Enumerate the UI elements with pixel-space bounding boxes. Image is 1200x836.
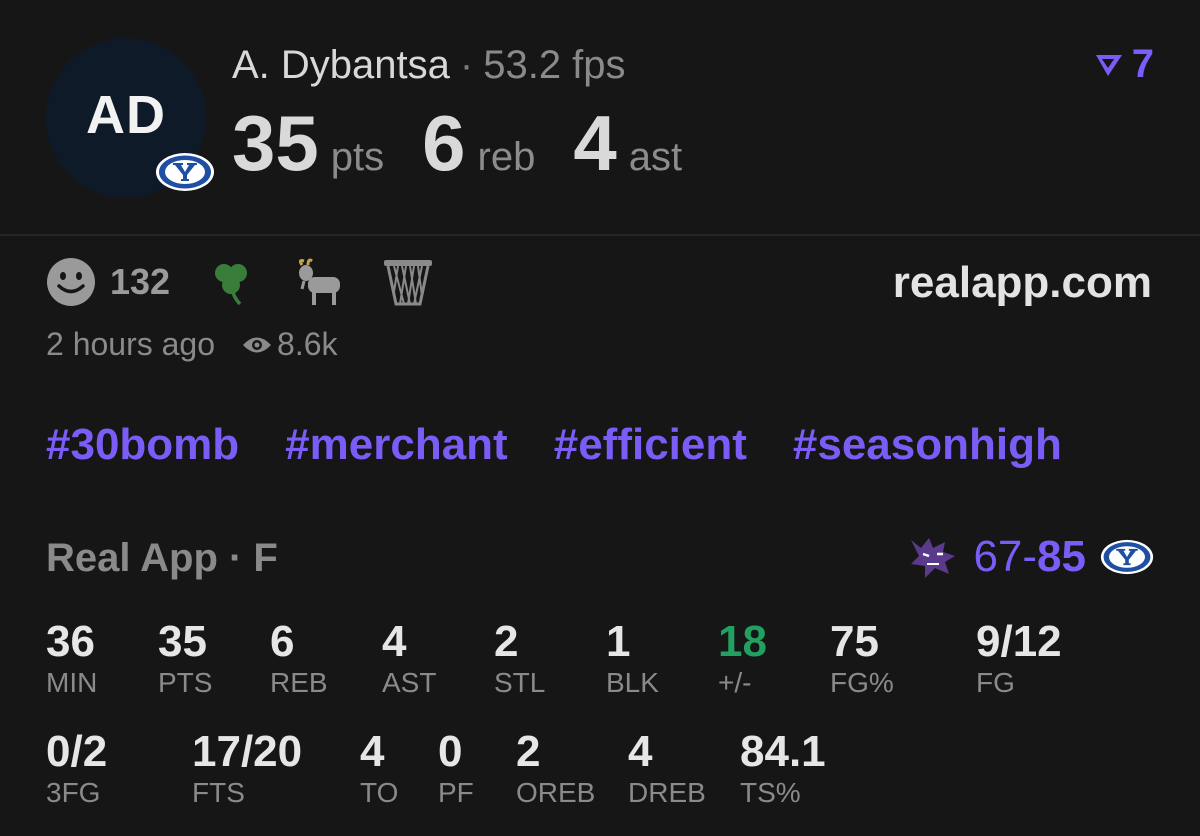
stat-value: 0 bbox=[438, 727, 463, 776]
hashtag[interactable]: #30bomb bbox=[46, 420, 239, 470]
stat-label: FG% bbox=[830, 667, 894, 698]
fantasy-points: 53.2 fps bbox=[483, 43, 626, 87]
basketball-net-icon bbox=[384, 260, 433, 306]
box-stat-fg-pct: 75 FG% bbox=[830, 618, 894, 700]
hashtag[interactable]: #efficient bbox=[554, 420, 747, 470]
hashtag[interactable]: #seasonhigh bbox=[793, 420, 1062, 470]
box-stat-blk: 1 BLK bbox=[606, 618, 659, 700]
shamrock-icon bbox=[215, 264, 248, 306]
eye-icon bbox=[243, 337, 272, 352]
stat-label: TO bbox=[360, 777, 399, 808]
reaction-smiley[interactable]: 132 bbox=[46, 257, 170, 307]
stat-value: 17/20 bbox=[192, 727, 303, 776]
stat-label: PTS bbox=[158, 667, 213, 698]
box-stat-reb: 6 REB bbox=[270, 618, 328, 700]
separator: · bbox=[459, 43, 474, 87]
stat-label: DREB bbox=[628, 777, 706, 808]
stat-label: OREB bbox=[516, 777, 596, 808]
smiley-count: 132 bbox=[110, 261, 171, 302]
reaction-goat[interactable] bbox=[292, 257, 346, 307]
stat-value: 2 bbox=[494, 617, 519, 666]
stat-value: 18 bbox=[718, 617, 767, 666]
player-name[interactable]: A. Dybantsa bbox=[232, 43, 450, 87]
score-dash: - bbox=[1022, 532, 1038, 581]
stat-label: TS% bbox=[740, 777, 801, 808]
stat-assists-value: 4 bbox=[573, 99, 617, 187]
box-stat-pf: 0 PF bbox=[438, 728, 474, 810]
views-count: 8.6k bbox=[277, 326, 338, 362]
stat-label: +/- bbox=[718, 667, 752, 698]
statline: 35 pts 6 reb 4 ast bbox=[232, 104, 720, 182]
real-logo-icon bbox=[1095, 54, 1122, 76]
hashtag-list: #30bomb #merchant #efficient #seasonhigh bbox=[46, 420, 1108, 470]
smiley-icon bbox=[47, 258, 95, 306]
box-stat-ts-pct: 84.1 TS% bbox=[740, 728, 826, 810]
rank-badge[interactable]: 7 bbox=[1094, 42, 1154, 87]
stat-label: STL bbox=[494, 667, 546, 698]
stat-label: REB bbox=[270, 667, 328, 698]
score-away: 67 bbox=[973, 532, 1023, 581]
goat-icon bbox=[299, 258, 341, 305]
stat-label: FG bbox=[976, 667, 1015, 698]
box-stat-oreb: 2 OREB bbox=[516, 728, 595, 810]
stat-assists-unit: ast bbox=[628, 135, 683, 179]
stat-value: 1 bbox=[606, 617, 631, 666]
player-line: A. Dybantsa · 53.2 fps bbox=[232, 42, 626, 88]
box-stat-min: 36 MIN bbox=[46, 618, 97, 700]
views: 8.6k bbox=[241, 326, 338, 363]
reaction-bar: 132 bbox=[46, 252, 470, 312]
stat-value: 35 bbox=[158, 617, 207, 666]
stat-value: 4 bbox=[628, 727, 653, 776]
box-stat-pts: 35 PTS bbox=[158, 618, 212, 700]
stat-label: AST bbox=[382, 667, 437, 698]
stat-points-value: 35 bbox=[232, 99, 319, 187]
post-meta: 2 hours ago 8.6k bbox=[46, 326, 338, 363]
wildcat-logo-icon bbox=[911, 538, 956, 578]
byu-logo-icon bbox=[1100, 539, 1154, 575]
reaction-shamrock[interactable] bbox=[206, 257, 256, 307]
stat-rebounds-value: 6 bbox=[422, 99, 466, 187]
site-url[interactable]: realapp.com bbox=[893, 258, 1152, 308]
hashtag[interactable]: #merchant bbox=[285, 420, 508, 470]
reaction-basket[interactable] bbox=[382, 256, 434, 308]
stat-label: MIN bbox=[46, 667, 98, 698]
stat-value: 75 bbox=[830, 617, 879, 666]
score-home: 85 bbox=[1037, 532, 1086, 581]
box-stat-dreb: 4 DREB bbox=[628, 728, 706, 810]
stat-label: 3FG bbox=[46, 777, 101, 808]
box-stat-to: 4 TO bbox=[360, 728, 398, 810]
box-stat-plus-minus: 18 +/- bbox=[718, 618, 767, 700]
time-ago: 2 hours ago bbox=[46, 326, 216, 362]
post-header: AD A. Dybantsa · 53.2 fps 35 pts 6 reb 4 a… bbox=[0, 0, 1200, 236]
rank-value: 7 bbox=[1131, 42, 1154, 86]
box-stat-fg: 9/12 FG bbox=[976, 618, 1062, 700]
stat-label: BLK bbox=[606, 667, 659, 698]
stat-points-unit: pts bbox=[330, 135, 385, 179]
stat-value: 4 bbox=[360, 727, 385, 776]
stat-value: 2 bbox=[516, 727, 541, 776]
avatar-initials: AD bbox=[86, 85, 166, 145]
stat-label: PF bbox=[438, 777, 474, 808]
game-label: Real App · F bbox=[46, 536, 278, 580]
stat-label: FTS bbox=[192, 777, 245, 808]
byu-logo-icon bbox=[156, 153, 214, 191]
stat-rebounds-unit: reb bbox=[477, 135, 536, 179]
stat-value: 6 bbox=[270, 617, 295, 666]
box-stat-ast: 4 AST bbox=[382, 618, 436, 700]
stat-value: 84.1 bbox=[740, 727, 826, 776]
stat-value: 36 bbox=[46, 617, 95, 666]
game-score[interactable]: 67-85 bbox=[907, 532, 1154, 582]
stat-value: 9/12 bbox=[976, 617, 1062, 666]
box-stat-3fg: 0/2 3FG bbox=[46, 728, 107, 810]
stat-value: 0/2 bbox=[46, 727, 108, 776]
box-stat-stl: 2 STL bbox=[494, 618, 545, 700]
stat-value: 4 bbox=[382, 617, 407, 666]
box-stat-fts: 17/20 FTS bbox=[192, 728, 302, 810]
